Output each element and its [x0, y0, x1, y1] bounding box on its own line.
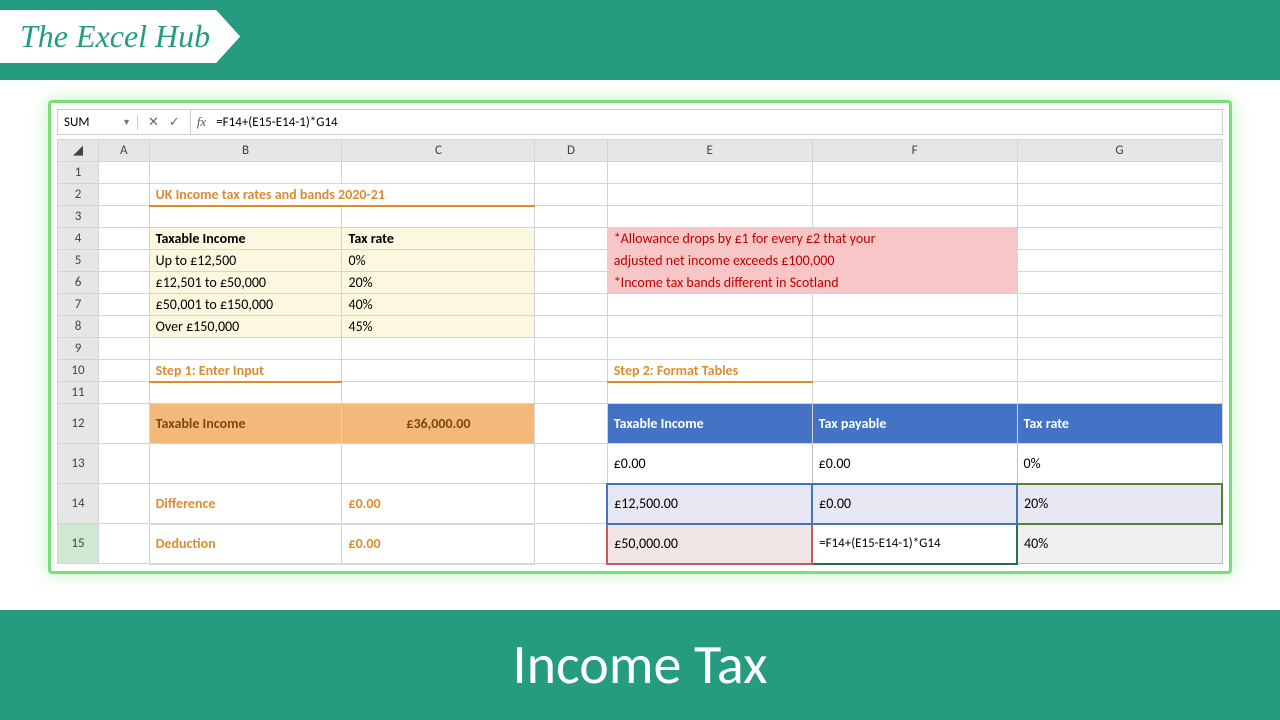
- row-header[interactable]: 10: [58, 360, 99, 382]
- name-box[interactable]: SUM ▼: [58, 115, 138, 130]
- cell-G14[interactable]: 20%: [1017, 484, 1222, 524]
- cell-F14[interactable]: £0.00: [812, 484, 1017, 524]
- step2-label: Step 2: Format Tables: [607, 360, 812, 382]
- cell-F13[interactable]: £0.00: [812, 444, 1017, 484]
- band-rate: 0%: [342, 250, 535, 272]
- cell-G15[interactable]: 40%: [1017, 524, 1222, 564]
- row-header[interactable]: 2: [58, 184, 99, 206]
- row-header[interactable]: 9: [58, 338, 99, 360]
- row-header[interactable]: 11: [58, 382, 99, 404]
- footer-banner: Income Tax: [0, 610, 1280, 720]
- formula-input[interactable]: =F14+(E15-E14-1)*G14: [212, 115, 341, 130]
- col-header-F[interactable]: F: [812, 140, 1017, 162]
- cancel-icon[interactable]: ✕: [148, 115, 159, 130]
- step1-label: Step 1: Enter Input: [149, 360, 342, 382]
- row-header[interactable]: 12: [58, 404, 99, 444]
- band-income: £50,001 to £150,000: [149, 294, 342, 316]
- cell-G13[interactable]: 0%: [1017, 444, 1222, 484]
- deduction-label: Deduction: [149, 524, 342, 564]
- row-header[interactable]: 7: [58, 294, 99, 316]
- bands-header-income: Taxable Income: [149, 228, 342, 250]
- row-header[interactable]: 1: [58, 162, 99, 184]
- cell-E15[interactable]: £50,000.00: [607, 524, 812, 564]
- row-header[interactable]: 6: [58, 272, 99, 294]
- table2-header-income: Taxable Income: [607, 404, 812, 444]
- brand-label: The Excel Hub: [0, 10, 240, 63]
- bands-header-rate: Tax rate: [342, 228, 535, 250]
- spreadsheet-grid[interactable]: ◢ A B C D E F G 1 2 UK Income tax rates …: [57, 139, 1223, 565]
- name-box-value: SUM: [64, 115, 89, 130]
- row-header[interactable]: 14: [58, 484, 99, 524]
- col-header-A[interactable]: A: [98, 140, 149, 162]
- row-header[interactable]: 8: [58, 316, 99, 338]
- col-header-G[interactable]: G: [1017, 140, 1222, 162]
- spreadsheet-frame: SUM ▼ ✕ ✓ fx =F14+(E15-E14-1)*G14 ◢ A B …: [48, 100, 1232, 574]
- band-rate: 40%: [342, 294, 535, 316]
- accept-icon[interactable]: ✓: [169, 115, 180, 130]
- note-line: *Allowance drops by £1 for every £2 that…: [607, 228, 1017, 250]
- top-banner: The Excel Hub: [0, 0, 1280, 80]
- formula-bar: SUM ▼ ✕ ✓ fx =F14+(E15-E14-1)*G14: [57, 109, 1223, 135]
- row-header[interactable]: 4: [58, 228, 99, 250]
- footer-title: Income Tax: [512, 631, 767, 699]
- row-header[interactable]: 3: [58, 206, 99, 228]
- column-header-row: ◢ A B C D E F G: [58, 140, 1223, 162]
- active-cell-F15[interactable]: =F14+(E15-E14-1)*G14: [812, 524, 1017, 564]
- col-header-B[interactable]: B: [149, 140, 342, 162]
- note-line: adjusted net income exceeds £100,000: [607, 250, 1017, 272]
- cell-E13[interactable]: £0.00: [607, 444, 812, 484]
- band-income: Over £150,000: [149, 316, 342, 338]
- col-header-C[interactable]: C: [342, 140, 535, 162]
- select-all-corner[interactable]: ◢: [58, 140, 99, 162]
- row-header[interactable]: 15: [58, 524, 99, 564]
- difference-value[interactable]: £0.00: [342, 484, 535, 524]
- name-box-dropdown-icon[interactable]: ▼: [122, 117, 131, 128]
- input-label: Taxable Income: [149, 404, 342, 444]
- band-income: Up to £12,500: [149, 250, 342, 272]
- deduction-value[interactable]: £0.00: [342, 524, 535, 564]
- cell-E14[interactable]: £12,500.00: [607, 484, 812, 524]
- col-header-E[interactable]: E: [607, 140, 812, 162]
- note-line: *Income tax bands different in Scotland: [607, 272, 1017, 294]
- band-income: £12,501 to £50,000: [149, 272, 342, 294]
- section-title: UK Income tax rates and bands 2020-21: [149, 184, 535, 206]
- band-rate: 20%: [342, 272, 535, 294]
- row-header[interactable]: 5: [58, 250, 99, 272]
- table2-header-payable: Tax payable: [812, 404, 1017, 444]
- fx-icon[interactable]: fx: [191, 114, 212, 130]
- band-rate: 45%: [342, 316, 535, 338]
- table2-header-rate: Tax rate: [1017, 404, 1222, 444]
- row-header[interactable]: 13: [58, 444, 99, 484]
- difference-label: Difference: [149, 484, 342, 524]
- input-value[interactable]: £36,000.00: [342, 404, 535, 444]
- col-header-D[interactable]: D: [535, 140, 607, 162]
